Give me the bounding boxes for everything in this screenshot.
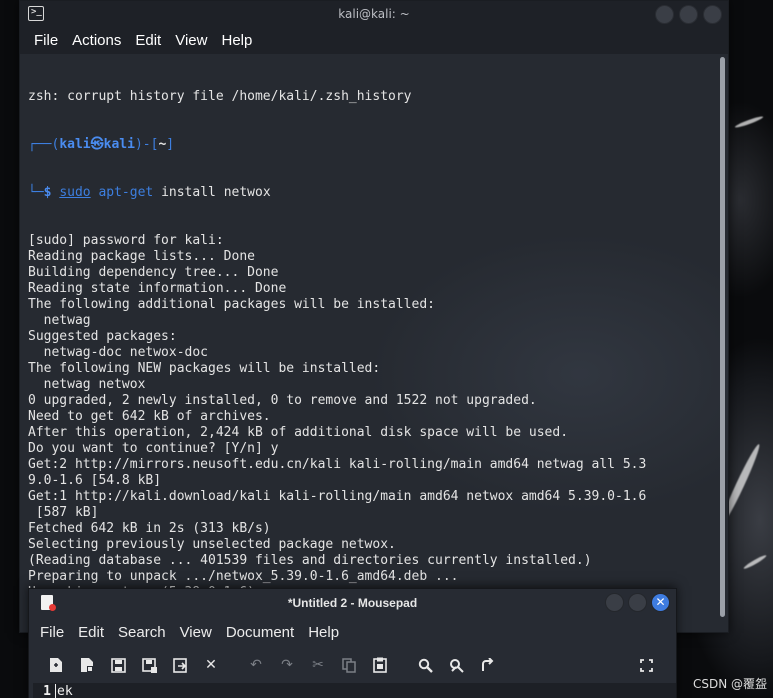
output-line: [sudo] password for kali: [28, 233, 224, 248]
undo-icon[interactable]: ↶ [243, 652, 269, 678]
menu-actions[interactable]: Actions [72, 32, 121, 49]
close-button[interactable] [703, 5, 722, 24]
terminal-window[interactable]: >_ kali@kali: ~ File Actions Edit View H… [19, 0, 729, 633]
output-line: 0 upgraded, 2 newly installed, 0 to remo… [28, 393, 537, 408]
new-document-icon[interactable] [43, 652, 69, 678]
command-apt: apt-get [98, 185, 154, 200]
output-line: Get:1 http://kali.download/kali kali-rol… [28, 489, 647, 504]
mp-menu-document[interactable]: Document [226, 624, 294, 641]
mousepad-minimize-button[interactable] [605, 593, 624, 612]
find-replace-icon[interactable] [443, 652, 469, 678]
mp-menu-help[interactable]: Help [308, 624, 339, 641]
command-line: └─$ sudo apt-get install netwox [28, 185, 271, 200]
editor-text: ek [57, 683, 73, 698]
line-number: 1 [43, 683, 51, 698]
output-line: Get:2 http://mirrors.neusoft.edu.cn/kali… [28, 457, 647, 472]
command-sudo: sudo [59, 185, 91, 200]
terminal-menubar: File Actions Edit View Help [20, 27, 728, 54]
mousepad-editor[interactable]: 1 ek [33, 683, 676, 698]
menu-edit[interactable]: Edit [135, 32, 161, 49]
paste-icon[interactable] [367, 652, 393, 678]
new-window-icon[interactable] [74, 652, 100, 678]
mousepad-menubar: File Edit Search View Document Help [29, 617, 676, 647]
command-output: [sudo] password for kali: Reading package… [28, 233, 720, 632]
mousepad-titlebar[interactable]: *Untitled 2 - Mousepad ✕ [29, 589, 676, 617]
output-line: netwag [28, 313, 91, 328]
maximize-button[interactable] [679, 5, 698, 24]
output-line: The following additional packages will b… [28, 297, 435, 312]
mousepad-maximize-button[interactable] [628, 593, 647, 612]
output-line: After this operation, 2,424 kB of additi… [28, 425, 569, 440]
output-line: (Reading database ... 401539 files and d… [28, 553, 592, 568]
mousepad-app-icon [41, 595, 56, 611]
terminal-scrollbar[interactable] [720, 57, 725, 617]
mousepad-window[interactable]: *Untitled 2 - Mousepad ✕ File Edit Searc… [28, 588, 677, 698]
menu-help[interactable]: Help [221, 32, 252, 49]
minimize-button[interactable] [655, 5, 674, 24]
redo-icon[interactable]: ↷ [274, 652, 300, 678]
mousepad-close-button[interactable]: ✕ [651, 593, 670, 612]
command-args: install netwox [153, 185, 271, 200]
terminal-app-icon: >_ [28, 6, 44, 21]
output-line: Suggested packages: [28, 329, 177, 344]
copy-icon[interactable] [336, 652, 362, 678]
prompt-host: kali [103, 137, 135, 152]
output-line: [587 kB] [28, 505, 99, 520]
output-line: Selecting previously unselected package … [28, 537, 396, 552]
output-line: Do you want to continue? [Y/n] y [28, 441, 279, 456]
go-to-line-icon[interactable] [474, 652, 500, 678]
output-line: Building dependency tree... Done [28, 265, 279, 280]
save-icon[interactable] [105, 652, 131, 678]
prompt-user: kali [59, 137, 91, 152]
save-as-icon[interactable] [136, 652, 162, 678]
output-line: Reading package lists... Done [28, 249, 255, 264]
output-line: Reading state information... Done [28, 281, 287, 296]
fullscreen-icon[interactable] [633, 652, 659, 678]
revert-icon[interactable] [167, 652, 193, 678]
prompt-at: ㉿ [90, 137, 104, 152]
menu-file[interactable]: File [34, 32, 58, 49]
watermark: CSDN @覆盌 [692, 677, 767, 691]
mousepad-toolbar: ✕ ↶ ↷ ✂ [29, 647, 676, 683]
cut-icon[interactable]: ✂ [305, 652, 331, 678]
output-line: Preparing to unpack .../netwox_5.39.0-1.… [28, 569, 459, 584]
output-line: Fetched 642 kB in 2s (313 kB/s) [28, 521, 271, 536]
output-line: The following NEW packages will be insta… [28, 361, 381, 376]
mp-menu-edit[interactable]: Edit [78, 624, 104, 641]
menu-view[interactable]: View [175, 32, 207, 49]
mp-menu-view[interactable]: View [180, 624, 212, 641]
find-icon[interactable] [412, 652, 438, 678]
history-warning: zsh: corrupt history file /home/kali/.zs… [28, 89, 412, 104]
text-caret [55, 684, 56, 698]
mp-menu-search[interactable]: Search [118, 624, 166, 641]
close-document-icon[interactable]: ✕ [198, 652, 224, 678]
output-line: netwag netwox [28, 377, 146, 392]
terminal-output[interactable]: zsh: corrupt history file /home/kali/.zs… [20, 54, 728, 632]
output-line: Need to get 642 kB of archives. [28, 409, 271, 424]
mp-menu-file[interactable]: File [40, 624, 64, 641]
prompt-line: ┌──(kali㉿kali)-[~] [28, 137, 175, 152]
output-line: netwag-doc netwox-doc [28, 345, 209, 360]
output-line: 9.0-1.6 [54.8 kB] [28, 473, 162, 488]
terminal-title: kali@kali: ~ [338, 7, 410, 21]
mousepad-title: *Untitled 2 - Mousepad [287, 596, 418, 610]
terminal-titlebar[interactable]: >_ kali@kali: ~ [20, 1, 728, 27]
